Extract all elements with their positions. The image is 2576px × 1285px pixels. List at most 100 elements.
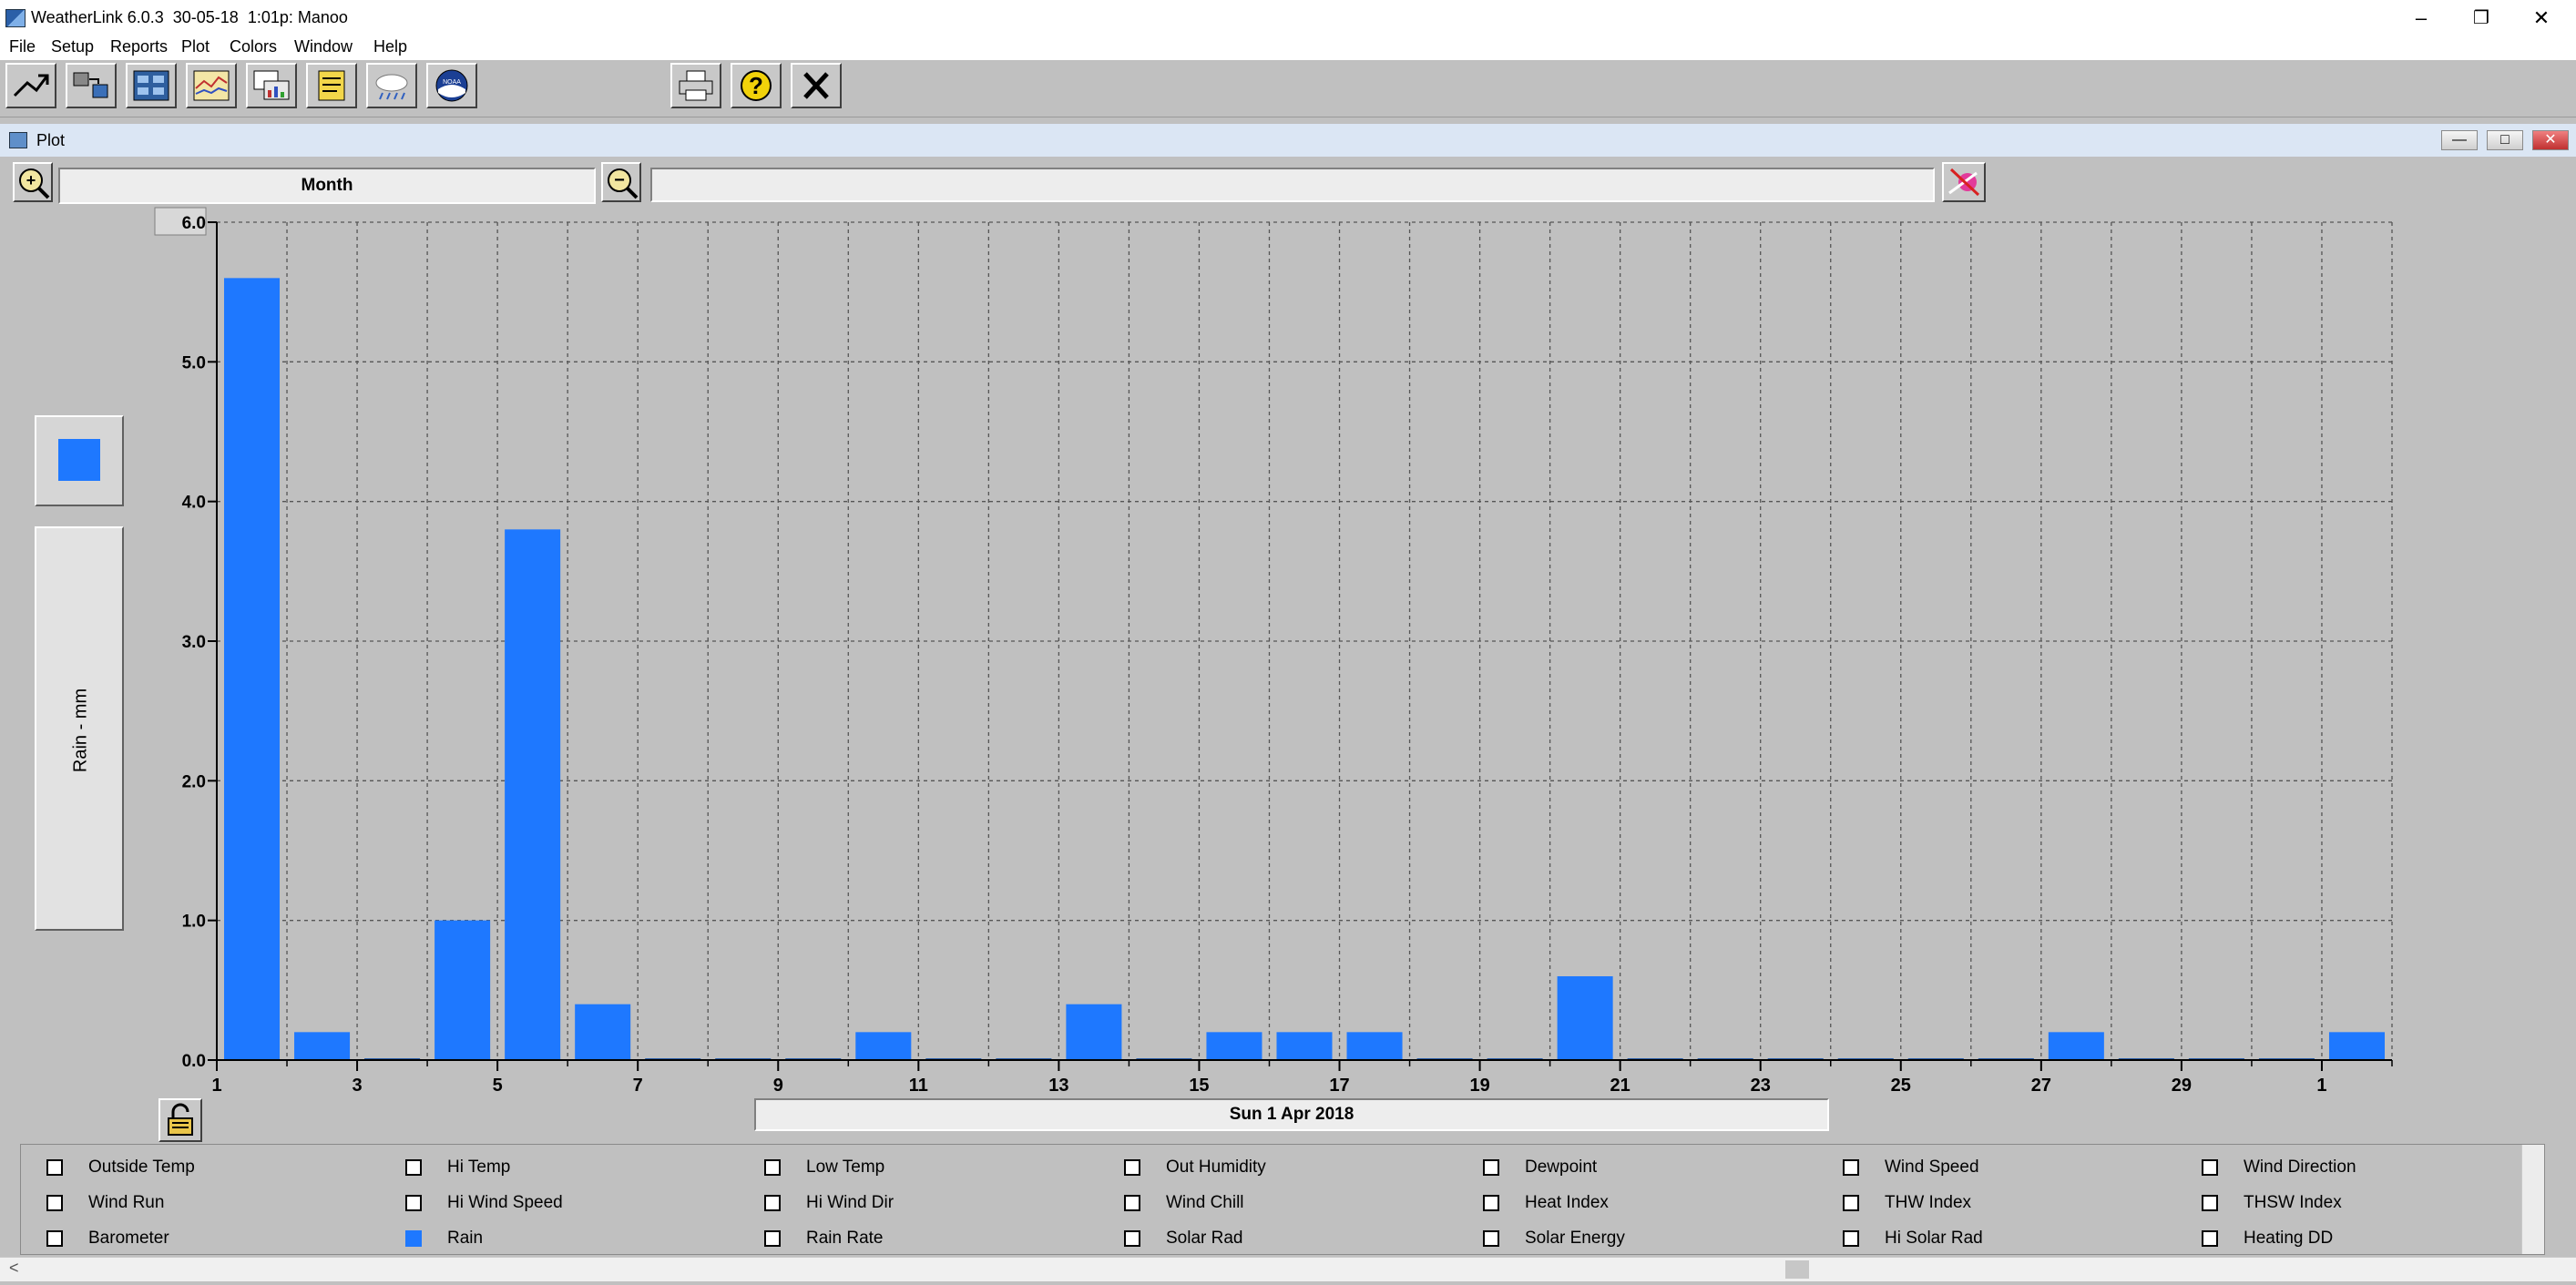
checkbox-label: Wind Chill	[1166, 1193, 1244, 1212]
checkbox[interactable]	[405, 1230, 422, 1247]
x-tick-label: 19	[1469, 1076, 1489, 1096]
y-tick-label: 1.0	[182, 913, 206, 932]
horizontal-scrollbar[interactable]: <	[0, 1257, 2576, 1281]
x-tick-label: 29	[2172, 1076, 2192, 1096]
bar-day-4	[434, 920, 491, 1060]
checkbox-label: Rain Rate	[806, 1229, 884, 1248]
x-tick-label: 27	[2031, 1076, 2051, 1096]
bar-day-15	[1206, 1032, 1262, 1060]
checkbox[interactable]	[1124, 1195, 1140, 1211]
x-tick-label: 25	[1891, 1076, 1911, 1096]
checkbox[interactable]	[764, 1159, 781, 1176]
x-tick-label: 1	[2316, 1076, 2326, 1096]
checkbox-label: Wind Direction	[2244, 1158, 2356, 1177]
series-checkbox-hi-solar-rad[interactable]: Hi Solar Rad	[1843, 1229, 1983, 1249]
checkbox-label: Heat Index	[1525, 1193, 1609, 1212]
series-checkbox-heat-index[interactable]: Heat Index	[1483, 1193, 1609, 1213]
vertical-scrollbar[interactable]	[2521, 1145, 2544, 1254]
checkbox-label: THW Index	[1885, 1193, 1972, 1212]
series-checkbox-solar-rad[interactable]: Solar Rad	[1124, 1229, 1243, 1249]
bar-day-1	[224, 278, 281, 1060]
series-checkbox-hi-temp[interactable]: Hi Temp	[405, 1158, 510, 1178]
checkbox-label: Solar Rad	[1166, 1229, 1243, 1248]
x-tick-label: 21	[1610, 1076, 1630, 1096]
bar-day-13	[1066, 1004, 1122, 1060]
series-checkbox-thsw-index[interactable]: THSW Index	[2202, 1193, 2342, 1213]
rain-bar-chart: 0.01.02.03.04.05.06.01 3 5 7 9 11 13 15 17 19 21 23…	[154, 207, 2393, 1096]
checkbox[interactable]	[46, 1230, 63, 1247]
checkbox[interactable]	[405, 1195, 422, 1211]
checkbox[interactable]	[1483, 1195, 1499, 1211]
y-tick-label: 4.0	[182, 494, 206, 513]
series-checkbox-rain[interactable]: Rain	[405, 1229, 483, 1249]
series-checkbox-wind-direction[interactable]: Wind Direction	[2202, 1158, 2356, 1178]
checkbox-label: Rain	[447, 1229, 484, 1248]
checkbox-label: THSW Index	[2244, 1193, 2342, 1212]
checkbox[interactable]	[1843, 1230, 1859, 1247]
checkbox[interactable]	[405, 1159, 422, 1176]
x-tick-label: 15	[1189, 1076, 1209, 1096]
bar-day-10	[855, 1032, 912, 1060]
checkbox-label: Solar Energy	[1525, 1229, 1625, 1248]
lock-button[interactable]	[158, 1098, 202, 1142]
bar-day-27	[2048, 1032, 2104, 1060]
series-checkbox-wind-chill[interactable]: Wind Chill	[1124, 1193, 1244, 1213]
series-checkbox-barometer[interactable]: Barometer	[46, 1229, 169, 1249]
series-checkbox-out-humidity[interactable]: Out Humidity	[1124, 1158, 1266, 1178]
checkbox-label: Hi Wind Dir	[806, 1193, 894, 1212]
x-tick-label: 23	[1751, 1076, 1771, 1096]
series-checkbox-hi-wind-speed[interactable]: Hi Wind Speed	[405, 1193, 563, 1213]
series-checkbox-outside-temp[interactable]: Outside Temp	[46, 1158, 195, 1178]
series-checkbox-heating-dd[interactable]: Heating DD	[2202, 1229, 2333, 1249]
bar-day-16	[1276, 1032, 1333, 1060]
x-tick-label: 9	[773, 1076, 783, 1096]
checkbox[interactable]	[1843, 1195, 1859, 1211]
y-tick-label: 0.0	[182, 1052, 206, 1071]
series-checkbox-hi-wind-dir[interactable]: Hi Wind Dir	[764, 1193, 894, 1213]
checkbox[interactable]	[1483, 1230, 1499, 1247]
series-checkbox-dewpoint[interactable]: Dewpoint	[1483, 1158, 1597, 1178]
series-checkbox-panel: Outside Temp Hi Temp Low Temp Out Humidity D…	[20, 1144, 2545, 1255]
series-checkbox-low-temp[interactable]: Low Temp	[764, 1158, 884, 1178]
checkbox-label: Low Temp	[806, 1158, 885, 1177]
x-tick-label: 13	[1048, 1076, 1068, 1096]
checkbox[interactable]	[764, 1195, 781, 1211]
checkbox[interactable]	[2202, 1159, 2218, 1176]
checkbox-label: Heating DD	[2244, 1229, 2334, 1248]
series-checkbox-rain-rate[interactable]: Rain Rate	[764, 1229, 884, 1249]
checkbox-label: Hi Wind Speed	[447, 1193, 563, 1212]
checkbox[interactable]	[1124, 1230, 1140, 1247]
checkbox-label: Hi Temp	[447, 1158, 511, 1177]
checkbox[interactable]	[1843, 1159, 1859, 1176]
y-tick-label: 6.0	[182, 214, 206, 233]
series-checkbox-wind-speed[interactable]: Wind Speed	[1843, 1158, 1979, 1178]
y-tick-label: 2.0	[182, 772, 206, 791]
checkbox[interactable]	[2202, 1195, 2218, 1211]
series-checkbox-thw-index[interactable]: THW Index	[1843, 1193, 1971, 1213]
checkbox-label: Wind Run	[88, 1193, 165, 1212]
date-display[interactable]: Sun 1 Apr 2018	[754, 1098, 1829, 1131]
series-checkbox-solar-energy[interactable]: Solar Energy	[1483, 1229, 1625, 1249]
series-checkbox-wind-run[interactable]: Wind Run	[46, 1193, 164, 1213]
checkbox[interactable]	[1124, 1159, 1140, 1176]
scroll-thumb[interactable]	[1785, 1260, 1809, 1279]
bar-day-2	[294, 1032, 351, 1060]
scroll-left-arrow[interactable]: <	[9, 1259, 19, 1278]
bar-day-5	[505, 529, 561, 1060]
x-tick-label: 17	[1329, 1076, 1349, 1096]
checkbox[interactable]	[46, 1159, 63, 1176]
bar-day-6	[575, 1004, 631, 1060]
x-tick-label: 1	[211, 1076, 221, 1096]
checkbox-label: Outside Temp	[88, 1158, 195, 1177]
bar-day-17	[1346, 1032, 1403, 1060]
x-tick-label: 7	[633, 1076, 643, 1096]
date-label: Sun 1 Apr 2018	[1229, 1105, 1354, 1124]
checkbox[interactable]	[1483, 1159, 1499, 1176]
checkbox[interactable]	[764, 1230, 781, 1247]
y-tick-label: 3.0	[182, 633, 206, 652]
lock-icon	[168, 1103, 193, 1136]
checkbox[interactable]	[46, 1195, 63, 1211]
x-tick-label: 5	[493, 1076, 503, 1096]
x-tick-label: 3	[353, 1076, 363, 1096]
checkbox[interactable]	[2202, 1230, 2218, 1247]
